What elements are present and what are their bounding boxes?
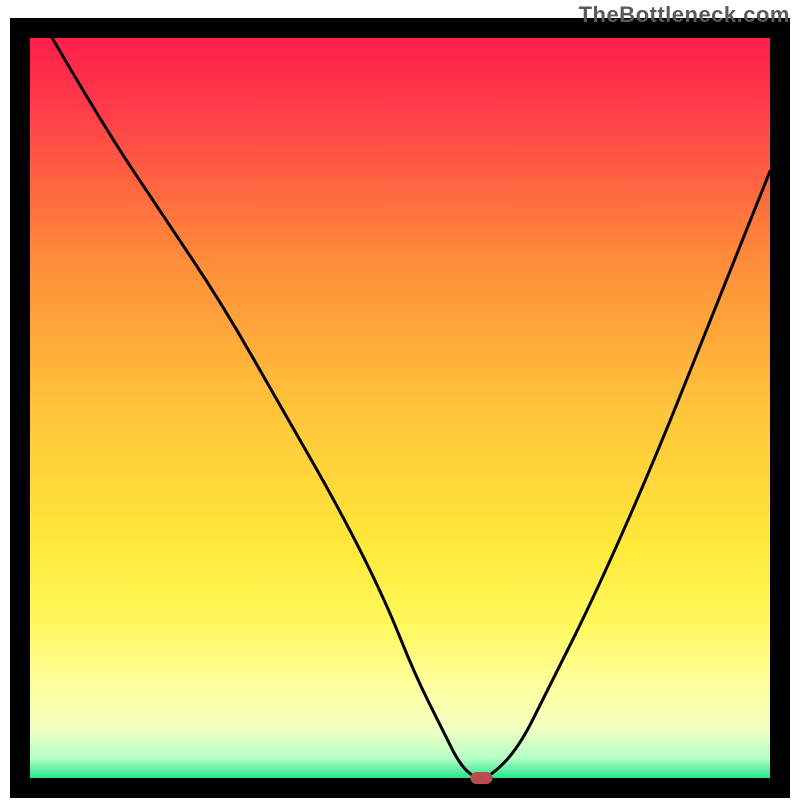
bottleneck-chart [0,0,800,800]
chart-frame: TheBottleneck.com [0,0,800,800]
optimal-marker [470,772,492,784]
plot-area [20,28,780,788]
plot-background [20,28,780,788]
watermark-text: TheBottleneck.com [579,2,790,28]
